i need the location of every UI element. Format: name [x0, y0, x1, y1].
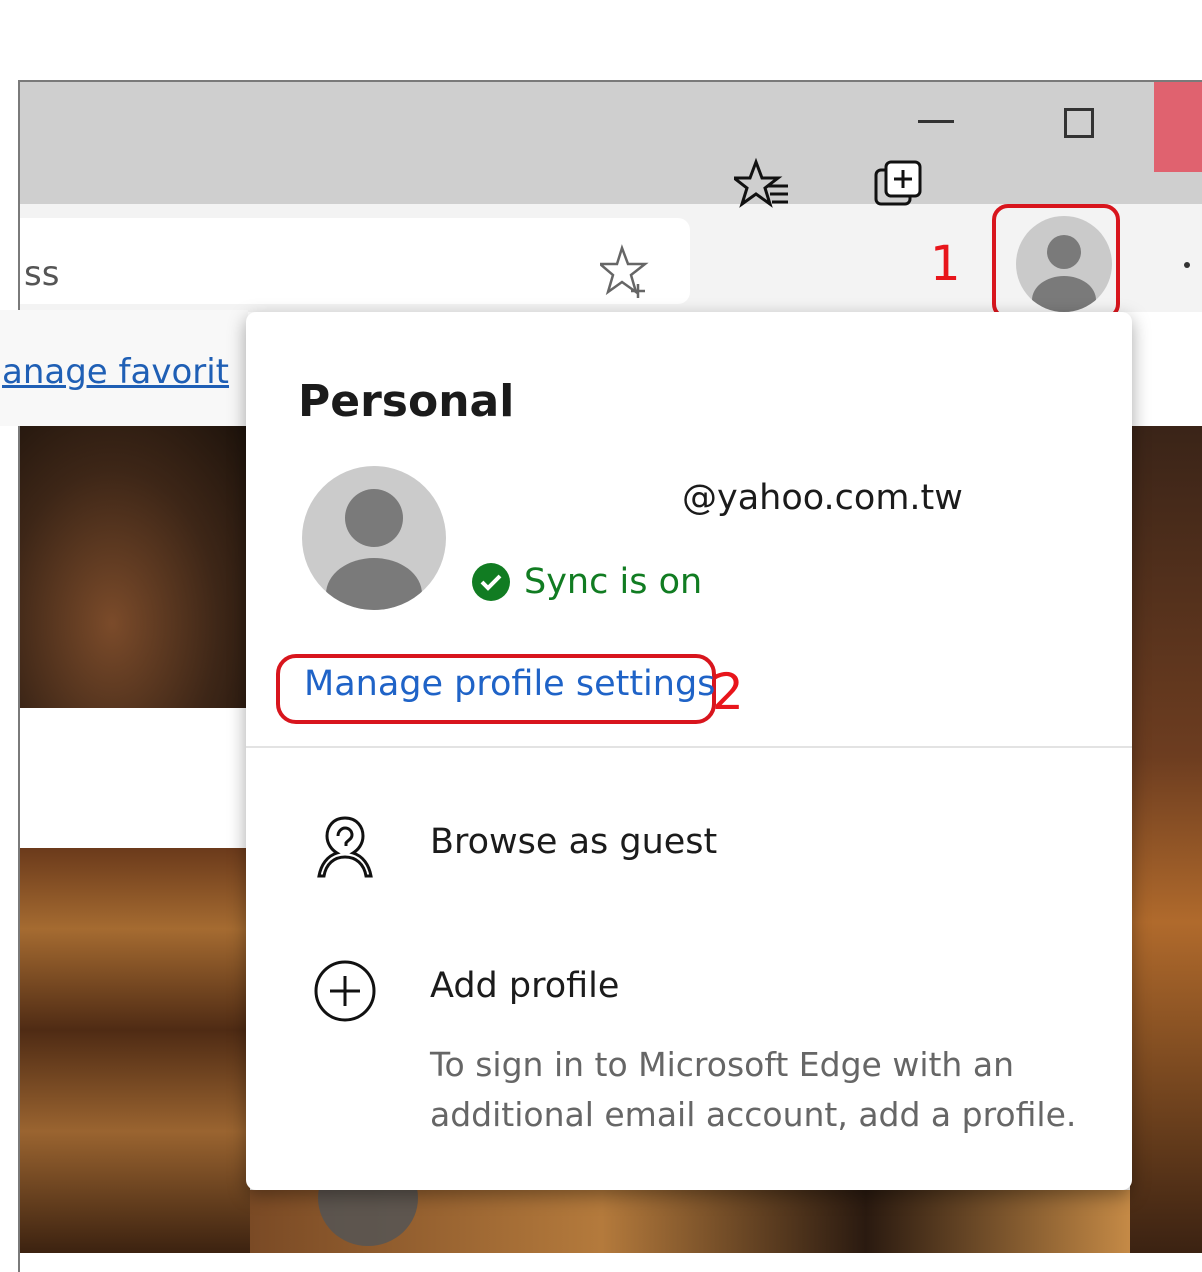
divider [246, 746, 1132, 748]
circle-plus-icon [314, 960, 376, 1022]
address-text: ss [24, 254, 60, 294]
annotation-step-2: 2 [712, 663, 744, 721]
star-plus-icon[interactable] [600, 244, 650, 300]
background-photo [20, 426, 250, 708]
close-button[interactable] [1154, 82, 1202, 172]
manage-profile-settings-link[interactable]: Manage profile settings [304, 664, 715, 704]
check-circle-icon [472, 563, 510, 601]
browse-as-guest-label: Browse as guest [430, 822, 718, 862]
maximize-button[interactable] [1064, 108, 1094, 138]
manage-favorites-link[interactable]: anage favorit [2, 352, 229, 392]
favorites-list-icon[interactable] [734, 156, 790, 212]
title-bar [20, 82, 1202, 204]
guest-person-icon [317, 816, 373, 878]
annotation-highlight-profile [992, 204, 1120, 320]
profile-title: Personal [298, 376, 515, 427]
collections-icon[interactable] [870, 156, 926, 212]
annotation-step-1: 1 [930, 236, 961, 292]
sync-status: Sync is on [472, 560, 702, 604]
favorites-bar: anage favorit [0, 310, 248, 426]
add-profile-description: To sign in to Microsoft Edge with an add… [430, 1045, 1077, 1134]
more-menu-icon[interactable] [1184, 262, 1190, 268]
browse-as-guest-item[interactable]: Browse as guest [246, 800, 1132, 890]
background-photo [20, 848, 250, 1253]
add-profile-item[interactable]: Add profile [246, 944, 1132, 1034]
address-bar[interactable]: ss [20, 218, 690, 304]
background-photo [1130, 426, 1202, 1253]
sync-status-text: Sync is on [524, 562, 703, 602]
profile-email: @yahoo.com.tw [682, 478, 963, 518]
add-profile-label: Add profile [430, 966, 620, 1006]
person-icon [326, 489, 422, 610]
page-content [20, 708, 250, 848]
avatar [302, 466, 446, 610]
minimize-button[interactable] [918, 120, 954, 123]
profile-flyout: Personal @yahoo.com.tw Sync is on Manage… [246, 312, 1132, 1190]
